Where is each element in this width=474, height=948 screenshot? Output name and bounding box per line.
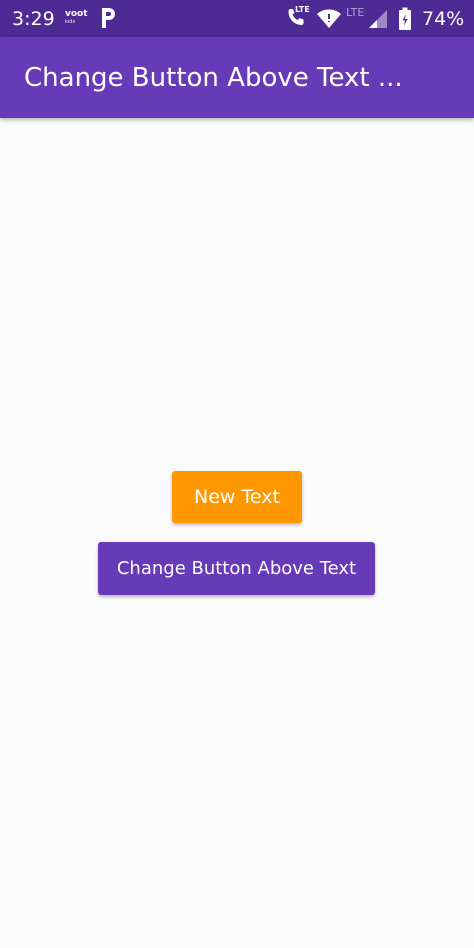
- p-icon: [102, 8, 115, 28]
- wifi-call-icon: LTE: [284, 5, 310, 30]
- voot-icon-sublabel: kids: [65, 19, 76, 25]
- battery-icon: [399, 7, 411, 30]
- voot-icon-label: voot: [65, 9, 88, 19]
- voot-icon: voot kids: [65, 9, 89, 27]
- app-bar: Change Button Above Text ...: [0, 37, 474, 118]
- signal-icon: [369, 10, 387, 28]
- secondary-network-label: LTE: [346, 6, 365, 19]
- battery-percent: 74%: [422, 8, 465, 30]
- new-text-button[interactable]: New Text: [172, 471, 302, 523]
- status-bar: 3:29 voot kids LTE LTE 74%: [0, 0, 474, 37]
- change-button-above-text-button[interactable]: Change Button Above Text: [98, 542, 375, 595]
- call-network-label: LTE: [295, 5, 310, 14]
- status-time: 3:29: [12, 8, 55, 30]
- wifi-icon: [317, 9, 341, 28]
- page-title: Change Button Above Text ...: [24, 63, 403, 93]
